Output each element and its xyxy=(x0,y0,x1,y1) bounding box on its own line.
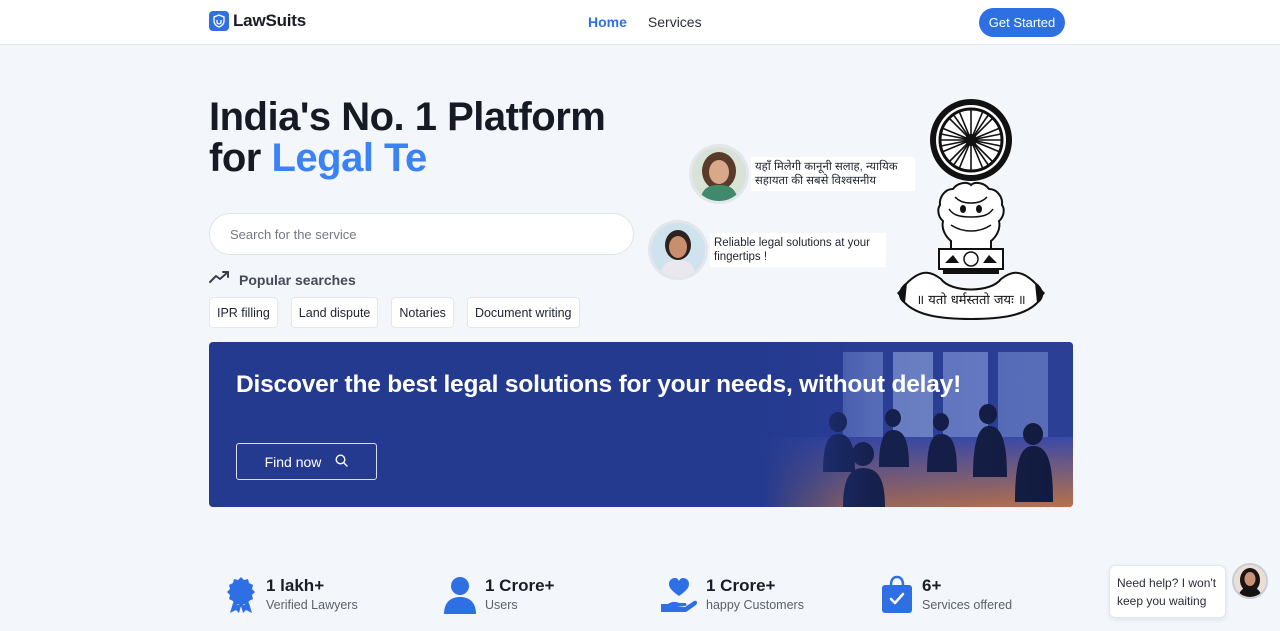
testimonial-text: Reliable legal solutions at your fingert… xyxy=(710,233,886,267)
stat-users: 1 Crore+ Users xyxy=(443,575,554,615)
testimonial-avatar xyxy=(689,144,749,204)
brand-name: LawSuits xyxy=(233,11,307,30)
badge-icon xyxy=(224,575,258,615)
meeting-silhouettes-image xyxy=(763,342,1073,507)
nav-services[interactable]: Services xyxy=(648,14,702,30)
chip-notaries[interactable]: Notaries xyxy=(391,297,454,328)
testimonial-english: Reliable legal solutions at your fingert… xyxy=(648,220,886,280)
testimonial-hindi: यहाँ मिलेगी कानूनी सलाह, न्यायिक सहायता … xyxy=(689,144,915,204)
stat-label: Verified Lawyers xyxy=(266,598,358,612)
search-icon xyxy=(335,453,349,470)
support-agent-avatar[interactable] xyxy=(1232,563,1268,599)
chip-land-dispute[interactable]: Land dispute xyxy=(290,297,379,328)
svg-text:॥ यतो धर्मस्ततो जयः ॥: ॥ यतो धर्मस्ततो जयः ॥ xyxy=(916,292,1025,308)
find-now-button[interactable]: Find now xyxy=(236,443,377,480)
national-emblem-image: ॥ यतो धर्मस्ततो जयः ॥ xyxy=(893,97,1048,322)
find-now-label: Find now xyxy=(264,453,322,470)
heart-hand-icon xyxy=(660,575,698,615)
user-icon xyxy=(443,575,477,615)
brand-logo[interactable]: LawSuits xyxy=(209,11,306,31)
stat-value: 1 Crore+ xyxy=(485,576,555,595)
stat-services-offered: 6+ Services offered xyxy=(880,575,1012,615)
stat-label: Users xyxy=(485,598,518,612)
shopping-bag-check-icon xyxy=(880,575,914,615)
stat-happy-customers: 1 Crore+ happy Customers xyxy=(660,575,804,615)
nav-home[interactable]: Home xyxy=(588,14,627,30)
stat-label: Services offered xyxy=(922,598,1013,612)
main-nav: Home Services xyxy=(588,14,702,30)
hero-title-line1: India's No. 1 Platform xyxy=(209,95,606,139)
testimonial-text: यहाँ मिलेगी कानूनी सलाह, न्यायिक सहायता … xyxy=(751,157,915,191)
trending-up-icon xyxy=(209,270,230,289)
hero-title-prefix: for xyxy=(209,136,261,180)
shield-logo-icon xyxy=(209,11,229,31)
hero-title-accent: Legal Te xyxy=(271,136,427,180)
service-search-input[interactable] xyxy=(209,213,634,255)
popular-search-chips: IPR filling Land dispute Notaries Docume… xyxy=(209,297,580,328)
help-chat-bubble[interactable]: Need help? I won't keep you waiting xyxy=(1109,565,1226,618)
hero-title: India's No. 1 Platform for Legal Te xyxy=(209,95,606,180)
stat-value: 1 lakh+ xyxy=(266,576,325,595)
promo-banner: Discover the best legal solutions for yo… xyxy=(209,342,1073,507)
chip-document-writing[interactable]: Document writing xyxy=(466,297,580,328)
popular-searches-header: Popular searches xyxy=(209,270,356,289)
popular-searches-label: Popular searches xyxy=(239,271,356,288)
testimonial-avatar xyxy=(648,220,708,280)
stat-value: 6+ xyxy=(922,576,942,595)
get-started-button[interactable]: Get Started xyxy=(979,8,1065,37)
banner-title: Discover the best legal solutions for yo… xyxy=(236,371,962,398)
chip-ipr-filling[interactable]: IPR filling xyxy=(209,297,278,328)
stat-value: 1 Crore+ xyxy=(706,576,776,595)
stat-label: happy Customers xyxy=(706,598,804,612)
top-navbar: LawSuits Home Services Get Started xyxy=(0,0,1280,45)
stat-verified-lawyers: 1 lakh+ Verified Lawyers xyxy=(224,575,358,615)
